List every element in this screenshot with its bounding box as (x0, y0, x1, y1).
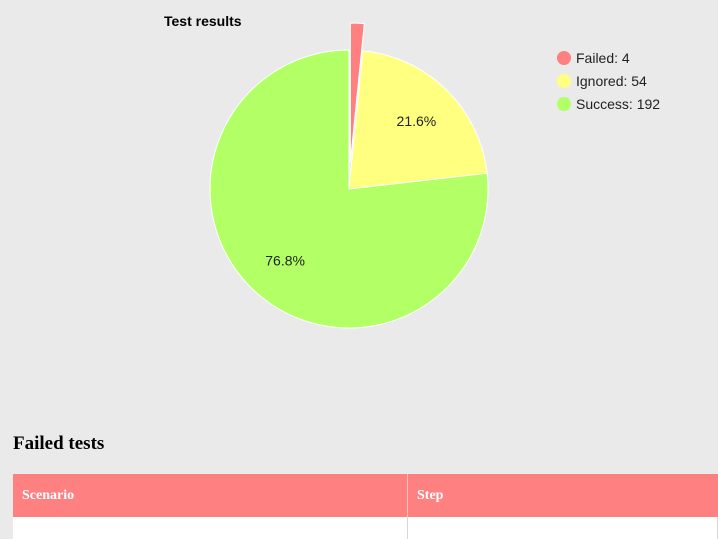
table-cell-step (407, 517, 718, 539)
slice-label-success: 76.8% (265, 253, 305, 269)
pie-slices (209, 22, 489, 329)
legend-marker-success (557, 97, 571, 111)
table-cell-scenario (13, 517, 408, 539)
chart-legend: Failed: 4 Ignored: 54 Success: 192 (557, 50, 660, 112)
legend-item-success[interactable]: Success: 192 (557, 96, 660, 112)
column-header-scenario[interactable]: Scenario (13, 474, 408, 517)
legend-marker-ignored (557, 74, 571, 88)
test-results-pie-chart: Test results 21.6% 76.8% Failed: 4 Ignored… (164, 13, 660, 329)
legend-item-ignored[interactable]: Ignored: 54 (557, 73, 647, 89)
legend-label-ignored: Ignored: 54 (576, 73, 647, 89)
legend-label-success: Success: 192 (576, 96, 660, 112)
slice-label-ignored: 21.6% (397, 113, 437, 129)
failed-tests-table: Scenario Step (13, 474, 718, 539)
chart-title: Test results (164, 13, 242, 29)
legend-item-failed[interactable]: Failed: 4 (557, 50, 630, 66)
failed-tests-heading: Failed tests (13, 433, 105, 454)
table-header-row: Scenario Step (13, 474, 718, 517)
legend-label-failed: Failed: 4 (576, 50, 630, 66)
table-row (13, 517, 718, 539)
legend-marker-failed (557, 51, 571, 65)
column-header-step[interactable]: Step (407, 474, 718, 517)
